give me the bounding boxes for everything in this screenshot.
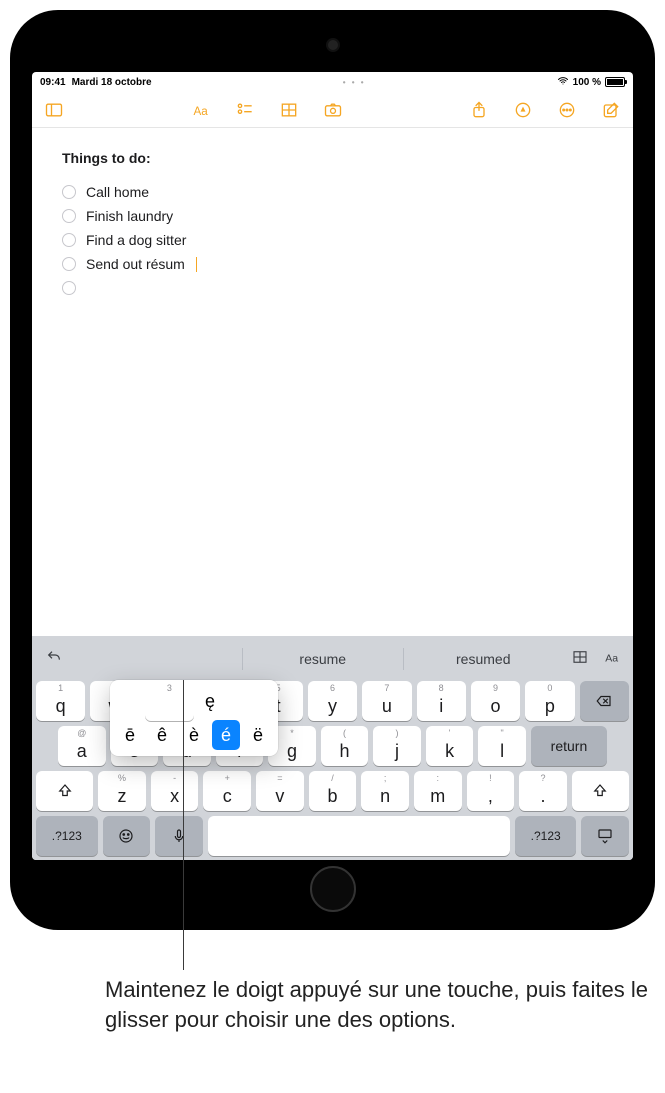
shift-key-right[interactable]	[572, 771, 629, 811]
delete-key[interactable]	[580, 681, 629, 721]
key-m[interactable]: :m	[414, 771, 462, 811]
key-j[interactable]: )j	[373, 726, 421, 766]
status-date: Mardi 18 octobre	[72, 77, 152, 88]
key-,[interactable]: !,	[467, 771, 515, 811]
checklist-item[interactable]: Finish laundry	[62, 204, 603, 228]
numbers-key-left[interactable]: .?123	[36, 816, 98, 856]
key-e[interactable]: 3e	[145, 681, 194, 721]
share-button[interactable]	[467, 98, 491, 122]
accent-option[interactable]: ē	[116, 720, 144, 750]
key-n[interactable]: ;n	[361, 771, 409, 811]
compose-button[interactable]	[599, 98, 623, 122]
battery-percent: 100 %	[573, 77, 601, 88]
key-o[interactable]: 9o	[471, 681, 520, 721]
key-b[interactable]: /b	[309, 771, 357, 811]
checklist-text: Send out résum	[86, 256, 185, 272]
status-bar: 09:41 Mardi 18 octobre • • • 100 %	[32, 72, 633, 92]
checklist-button[interactable]	[233, 98, 257, 122]
space-key[interactable]	[208, 816, 510, 856]
return-key[interactable]: return	[531, 726, 607, 766]
key-k[interactable]: 'k	[426, 726, 474, 766]
suggestion-bar: resume resumed Aa	[36, 642, 629, 676]
checklist-circle-icon[interactable]	[62, 209, 76, 223]
suggestion-2[interactable]: resumed	[403, 648, 564, 670]
text-cursor	[196, 257, 198, 272]
screen: 09:41 Mardi 18 octobre • • • 100 % Aa	[32, 72, 633, 860]
key-c[interactable]: +c	[203, 771, 251, 811]
undo-button[interactable]	[36, 649, 72, 670]
key-i[interactable]: 8i	[417, 681, 466, 721]
ipad-home-button[interactable]	[310, 866, 356, 912]
svg-text:Aa: Aa	[193, 105, 208, 118]
sidebar-toggle-button[interactable]	[42, 98, 66, 122]
ipad-camera	[328, 40, 338, 50]
markup-button[interactable]	[511, 98, 535, 122]
key-.[interactable]: ?.	[519, 771, 567, 811]
key-v[interactable]: =v	[256, 771, 304, 811]
callout-leader-line	[183, 680, 184, 970]
key-a[interactable]: @a	[58, 726, 106, 766]
battery-icon	[605, 77, 625, 87]
emoji-key[interactable]	[103, 816, 151, 856]
suggestion-1[interactable]: resume	[242, 648, 403, 670]
dictation-key[interactable]	[155, 816, 203, 856]
more-button[interactable]	[555, 98, 579, 122]
dismiss-keyboard-key[interactable]	[581, 816, 629, 856]
checklist-text: Call home	[86, 184, 149, 200]
key-z[interactable]: %z	[98, 771, 146, 811]
checklist-item[interactable]: Send out résum	[62, 252, 603, 276]
format-text-button[interactable]: Aa	[189, 98, 213, 122]
accent-option[interactable]: è	[180, 720, 208, 750]
accent-option[interactable]: é	[212, 720, 240, 750]
key-x[interactable]: -x	[151, 771, 199, 811]
checklist-item[interactable]: Call home	[62, 180, 603, 204]
ipad-frame: 09:41 Mardi 18 octobre • • • 100 % Aa	[10, 10, 655, 930]
multitask-dots[interactable]: • • •	[152, 78, 557, 87]
callout-caption: Maintenez le doigt appuyé sur une touche…	[105, 975, 650, 1034]
checklist-item[interactable]	[62, 276, 603, 300]
checklist-circle-icon[interactable]	[62, 281, 76, 295]
accent-option[interactable]: ë	[244, 720, 272, 750]
checklist-circle-icon[interactable]	[62, 185, 76, 199]
key-h[interactable]: (h	[321, 726, 369, 766]
key-q[interactable]: 1q	[36, 681, 85, 721]
svg-text:Aa: Aa	[605, 652, 618, 664]
key-y[interactable]: 6y	[308, 681, 357, 721]
format-tool-icon[interactable]: Aa	[603, 648, 621, 671]
checklist-text: Finish laundry	[86, 208, 173, 224]
numbers-key-right[interactable]: .?123	[515, 816, 577, 856]
accent-option[interactable]: ę	[196, 686, 224, 716]
checklist-item[interactable]: Find a dog sitter	[62, 228, 603, 252]
note-body[interactable]: Things to do: Call home Finish laundry Fin…	[32, 128, 633, 322]
wifi-icon	[557, 75, 569, 90]
checklist-circle-icon[interactable]	[62, 257, 76, 271]
key-u[interactable]: 7u	[362, 681, 411, 721]
table-button[interactable]	[277, 98, 301, 122]
camera-button[interactable]	[321, 98, 345, 122]
checklist-circle-icon[interactable]	[62, 233, 76, 247]
notes-toolbar: Aa	[32, 92, 633, 128]
note-title: Things to do:	[62, 150, 603, 166]
table-tool-icon[interactable]	[571, 648, 589, 671]
key-l[interactable]: "l	[478, 726, 526, 766]
accent-option[interactable]: ê	[148, 720, 176, 750]
shift-key-left[interactable]	[36, 771, 93, 811]
status-time: 09:41	[40, 77, 66, 88]
key-p[interactable]: 0p	[525, 681, 574, 721]
checklist-text: Find a dog sitter	[86, 232, 186, 248]
